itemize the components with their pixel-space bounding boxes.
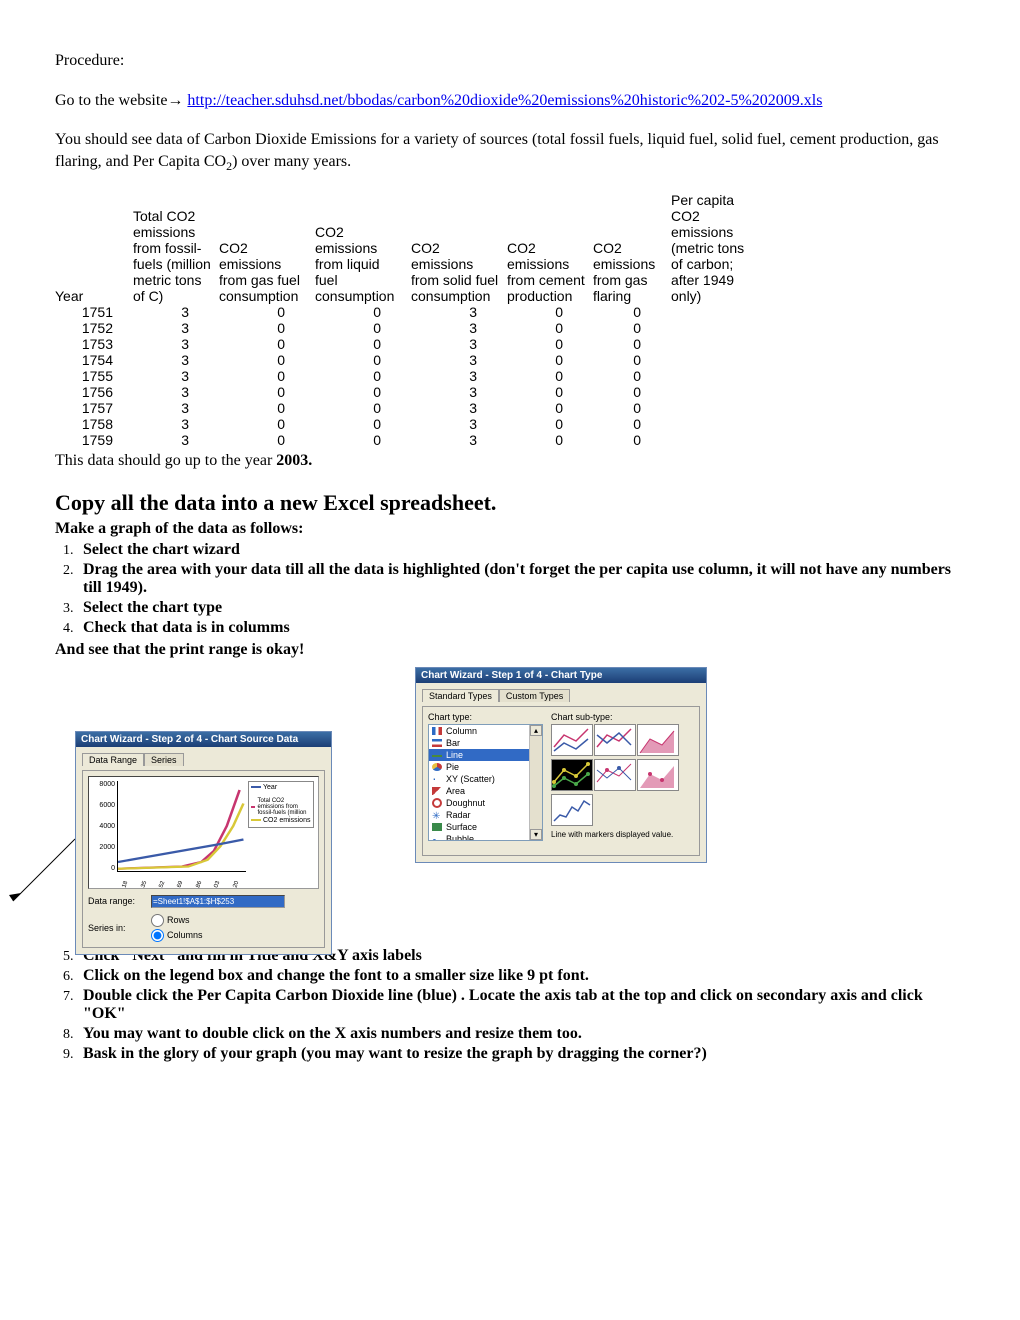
col-year: Year — [55, 192, 133, 304]
sub-heading: Make a graph of the data as follows: — [55, 518, 965, 540]
subtype-selected — [551, 759, 593, 791]
tab-standard-types[interactable]: Standard Types — [422, 689, 499, 702]
chart-type-label: Chart type: — [428, 712, 543, 722]
step-8: You may want to double click on the X ax… — [77, 1025, 965, 1043]
data-range-label: Data range: — [88, 896, 143, 906]
step-6: Click on the legend box and change the f… — [77, 967, 965, 985]
diagonal-arrow-icon — [7, 837, 77, 907]
description: You should see data of Carbon Dioxide Em… — [55, 129, 965, 174]
step-2: Drag the area with your data till all th… — [77, 561, 965, 597]
step-7: Double click the Per Capita Carbon Dioxi… — [77, 987, 965, 1023]
step-3: Select the chart type — [77, 599, 965, 617]
col-flaring: CO2 emissions from gas flaring — [593, 192, 671, 304]
table-row: 1757300300 — [55, 400, 757, 416]
data-range-input[interactable] — [151, 895, 285, 908]
step-4: Check that data is in columms — [77, 619, 965, 637]
step-1: Select the chart wizard — [77, 541, 965, 559]
tab-custom-types[interactable]: Custom Types — [499, 689, 570, 702]
data-note: This data should go up to the year 2003. — [55, 450, 965, 472]
and-line: And see that the print range is okay! — [55, 639, 965, 661]
subtype-label: Chart sub-type: — [551, 712, 694, 722]
col-solid: CO2 emissions from solid fuel consumptio… — [411, 192, 507, 304]
main-heading: Copy all the data into a new Excel sprea… — [55, 490, 965, 516]
col-total: Total CO2 emissions from fossil-fuels (m… — [133, 192, 219, 304]
table-row: 1751300300 — [55, 304, 757, 320]
table-row: 1754300300 — [55, 352, 757, 368]
subtype-grid[interactable] — [551, 724, 694, 826]
subtype-description: Line with markers displayed value. — [551, 830, 694, 850]
chart-type-list[interactable]: Column Bar Line Pie XY (Scatter) Area Do… — [428, 724, 543, 841]
series-in-label: Series in: — [88, 923, 143, 933]
table-row: 1759300300 — [55, 432, 757, 448]
wizard2-titlebar: Chart Wizard - Step 2 of 4 - Chart Sourc… — [76, 732, 331, 747]
goto-line: Go to the website→ http://teacher.sduhsd… — [55, 90, 965, 112]
chart-wizard-step2: Chart Wizard - Step 2 of 4 - Chart Sourc… — [75, 731, 332, 955]
col-cement: CO2 emissions from cement production — [507, 192, 593, 304]
col-liquid: CO2 emissions from liquid fuel consumpti… — [315, 192, 411, 304]
chart-preview: 8000 6000 4000 2000 0 183 — [88, 776, 319, 889]
series-columns-radio[interactable] — [151, 929, 164, 942]
arrow-icon: → — [167, 92, 183, 109]
series-rows-radio[interactable] — [151, 914, 164, 927]
tab-series[interactable]: Series — [144, 753, 184, 766]
table-row: 1755300300 — [55, 368, 757, 384]
table-row: 1752300300 — [55, 320, 757, 336]
chart-wizard-step1: Chart Wizard - Step 1 of 4 - Chart Type … — [415, 667, 707, 863]
emissions-table: Year Total CO2 emissions from fossil-fue… — [55, 192, 757, 448]
list-scrollbar[interactable] — [529, 725, 542, 840]
col-gas: CO2 emissions from gas fuel consumption — [219, 192, 315, 304]
wizard1-titlebar: Chart Wizard - Step 1 of 4 - Chart Type — [416, 668, 706, 683]
table-row: 1758300300 — [55, 416, 757, 432]
step-9: Bask in the glory of your graph (you may… — [77, 1045, 965, 1063]
procedure-title: Procedure: — [55, 50, 965, 72]
col-percap: Per capita CO2 emissions (metric tons of… — [671, 192, 757, 304]
preview-legend: Year Total CO2 emissions from fossil-fue… — [248, 781, 314, 828]
tab-data-range[interactable]: Data Range — [82, 753, 144, 766]
table-row: 1756300300 — [55, 384, 757, 400]
worksheet-link[interactable]: http://teacher.sduhsd.net/bbodas/carbon%… — [187, 92, 822, 109]
table-row: 1753300300 — [55, 336, 757, 352]
